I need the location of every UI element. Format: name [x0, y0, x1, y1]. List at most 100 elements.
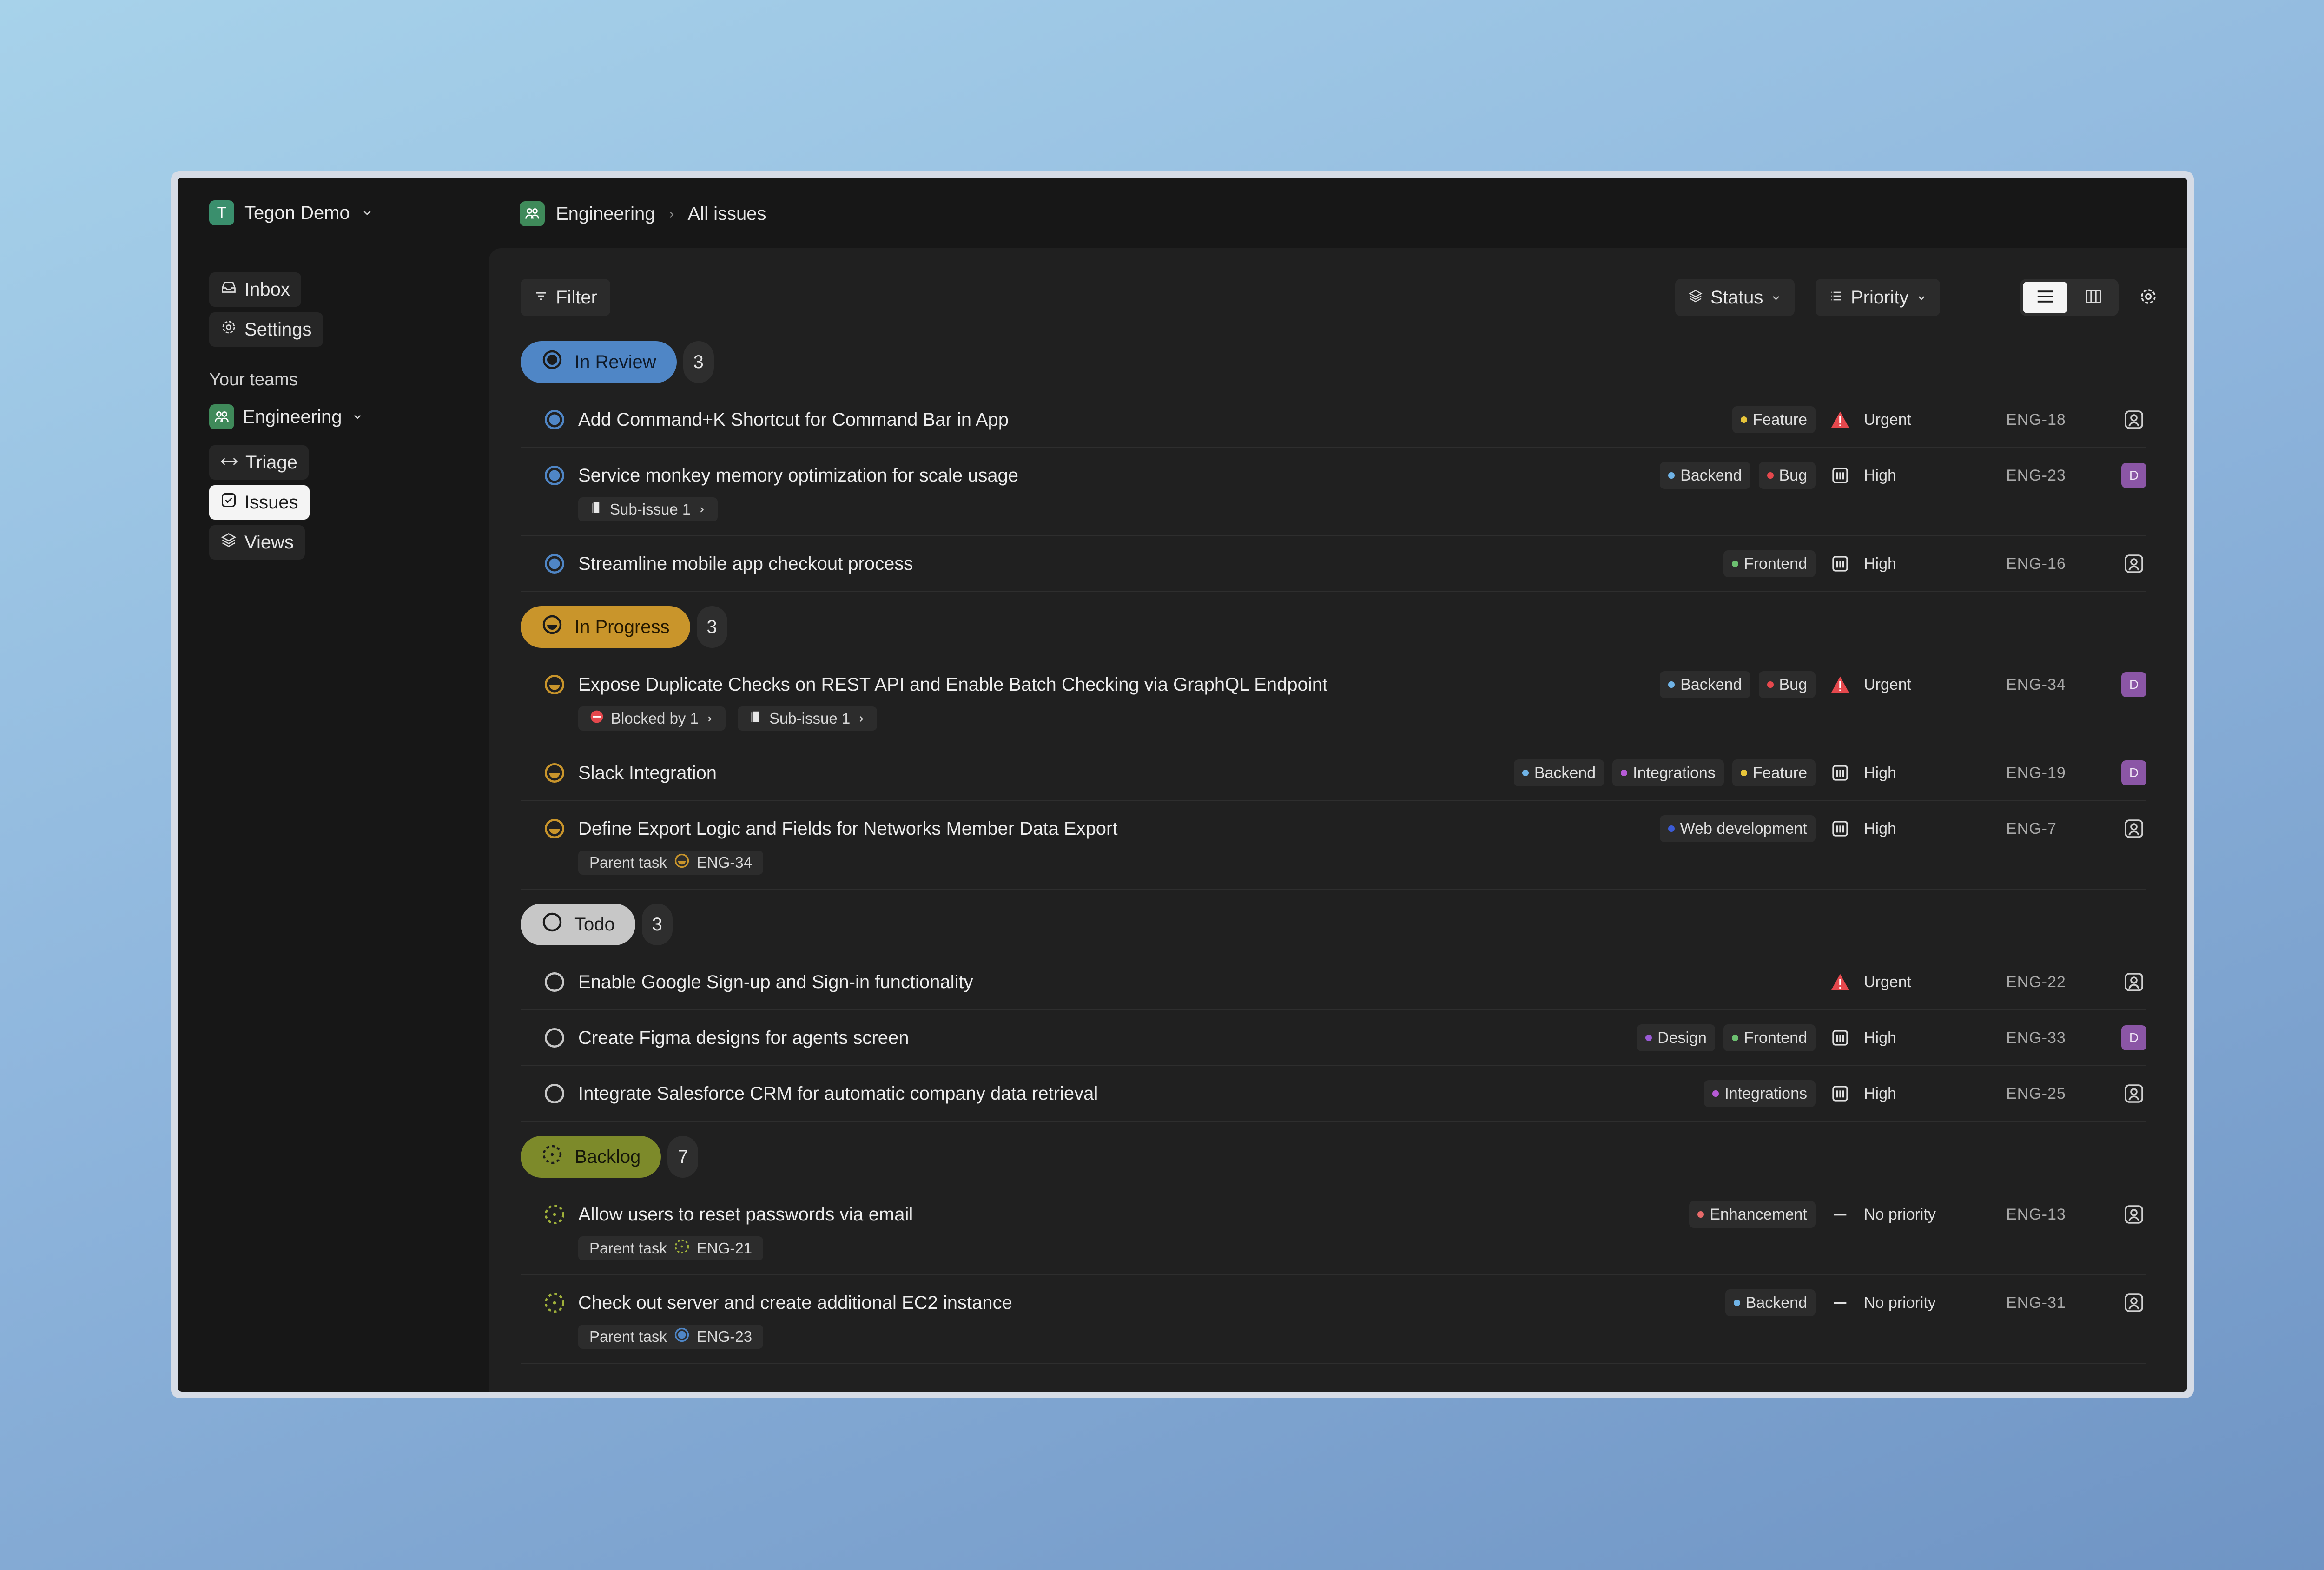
status-grouping-button[interactable]: Status: [1675, 279, 1795, 316]
group-status-pill[interactable]: Backlog: [521, 1136, 661, 1178]
issue-row[interactable]: Create Figma designs for agents screen De…: [521, 1010, 2146, 1066]
issue-priority[interactable]: No priority: [1829, 1292, 1936, 1313]
group-status-pill[interactable]: In Review: [521, 341, 677, 383]
status-icon[interactable]: [543, 464, 566, 487]
issue-title[interactable]: Enable Google Sign-up and Sign-in functi…: [578, 972, 973, 993]
status-icon[interactable]: [543, 1026, 566, 1049]
label-chip[interactable]: Bug: [1758, 462, 1816, 489]
label-chip[interactable]: Integrations: [1612, 759, 1724, 786]
label-chip[interactable]: Frontend: [1723, 1024, 1816, 1051]
label-chip[interactable]: Integrations: [1704, 1080, 1816, 1107]
issue-priority[interactable]: High: [1829, 818, 1896, 839]
label-text: Web development: [1680, 819, 1807, 838]
issue-title[interactable]: Create Figma designs for agents screen: [578, 1028, 909, 1049]
group-status-pill[interactable]: In Progress: [521, 606, 690, 648]
issue-title[interactable]: Check out server and create additional E…: [578, 1293, 1012, 1313]
status-icon[interactable]: [543, 761, 566, 785]
issue-row[interactable]: Streamline mobile app checkout process Fr…: [521, 536, 2146, 592]
issue-row[interactable]: Enable Google Sign-up and Sign-in functi…: [521, 955, 2146, 1010]
assignee-avatar[interactable]: D: [2121, 1025, 2146, 1050]
sidebar-item-triage[interactable]: Triage: [209, 445, 309, 480]
assignee-avatar[interactable]: D: [2121, 463, 2146, 488]
status-icon[interactable]: [543, 673, 566, 696]
label-chip[interactable]: Backend: [1660, 671, 1750, 698]
issue-title[interactable]: Add Command+K Shortcut for Command Bar i…: [578, 409, 1009, 430]
parent-task-chip[interactable]: Parent task ENG-21: [578, 1236, 764, 1260]
parent-task-chip[interactable]: Parent task ENG-23: [578, 1325, 764, 1349]
issue-priority[interactable]: No priority: [1829, 1204, 1936, 1225]
label-chip[interactable]: Backend: [1725, 1289, 1816, 1316]
status-icon[interactable]: [543, 817, 566, 840]
view-settings-button[interactable]: [2130, 279, 2167, 316]
label-text: Feature: [1752, 410, 1807, 429]
status-icon[interactable]: [543, 552, 566, 575]
label-chip[interactable]: Backend: [1513, 759, 1604, 786]
issue-row[interactable]: Allow users to reset passwords via email…: [521, 1187, 2146, 1275]
issue-priority[interactable]: Urgent: [1829, 409, 1911, 430]
sidebar-item-views[interactable]: Views: [209, 525, 305, 560]
issue-title[interactable]: Streamline mobile app checkout process: [578, 554, 913, 574]
issue-priority[interactable]: High: [1829, 1027, 1896, 1049]
issue-row[interactable]: Define Export Logic and Fields for Netwo…: [521, 801, 2146, 890]
sidebar-item-inbox[interactable]: Inbox: [209, 272, 301, 307]
issue-row[interactable]: Slack Integration Backend Integrations Feat…: [521, 745, 2146, 801]
sidebar-item-settings[interactable]: Settings: [209, 312, 323, 347]
assignee-avatar[interactable]: D: [2121, 672, 2146, 697]
issue-title[interactable]: Expose Duplicate Checks on REST API and …: [578, 674, 1327, 695]
unassigned-user-icon[interactable]: [2121, 407, 2146, 432]
issue-title[interactable]: Integrate Salesforce CRM for automatic c…: [578, 1083, 1098, 1104]
group-status-pill[interactable]: Todo: [521, 904, 635, 945]
workspace-switcher[interactable]: T Tegon Demo: [209, 199, 374, 227]
assignee-avatar[interactable]: D: [2121, 760, 2146, 785]
issue-row[interactable]: Service monkey memory optimization for s…: [521, 448, 2146, 536]
chevron-right-icon: [857, 710, 866, 727]
issue-title[interactable]: Service monkey memory optimization for s…: [578, 465, 1018, 486]
board-view-button[interactable]: [2071, 282, 2116, 313]
sub-issue-chip[interactable]: Sub-issue 1: [578, 497, 718, 521]
label-chip[interactable]: Bug: [1758, 671, 1816, 698]
unassigned-user-icon[interactable]: [2121, 551, 2146, 576]
issue-priority[interactable]: High: [1829, 1083, 1896, 1104]
label-chip[interactable]: Design: [1637, 1024, 1715, 1051]
unassigned-user-icon[interactable]: [2121, 1202, 2146, 1227]
status-icon[interactable]: [543, 1291, 566, 1314]
team-engineering[interactable]: Engineering: [209, 403, 364, 430]
label-chip[interactable]: Backend: [1660, 462, 1750, 489]
parent-task-chip[interactable]: Parent task ENG-34: [578, 851, 764, 875]
issue-priority[interactable]: Urgent: [1829, 674, 1911, 695]
issue-title[interactable]: Define Export Logic and Fields for Netwo…: [578, 818, 1118, 839]
status-icon[interactable]: [543, 970, 566, 994]
issue-priority[interactable]: High: [1829, 465, 1896, 486]
issue-row[interactable]: Check out server and create additional E…: [521, 1275, 2146, 1364]
status-icon[interactable]: [543, 408, 566, 431]
priority-ordering-button[interactable]: Priority: [1816, 279, 1941, 316]
unassigned-user-icon[interactable]: [2121, 970, 2146, 995]
issue-priority[interactable]: Urgent: [1829, 971, 1911, 993]
label-chip[interactable]: Web development: [1659, 815, 1816, 842]
unassigned-user-icon[interactable]: [2121, 1290, 2146, 1315]
label-chip[interactable]: Frontend: [1723, 550, 1816, 577]
sidebar-item-issues[interactable]: Issues: [209, 485, 310, 520]
issue-row[interactable]: Add Command+K Shortcut for Command Bar i…: [521, 392, 2146, 448]
filter-button[interactable]: Filter: [521, 279, 610, 316]
issue-row-main: Allow users to reset passwords via email…: [521, 1187, 2146, 1242]
issue-row[interactable]: Expose Duplicate Checks on REST API and …: [521, 657, 2146, 745]
issue-priority[interactable]: High: [1829, 762, 1896, 784]
label-chip[interactable]: Feature: [1732, 759, 1816, 786]
status-icon[interactable]: [543, 1082, 566, 1105]
label-chip[interactable]: Feature: [1732, 406, 1816, 433]
issue-priority[interactable]: High: [1829, 553, 1896, 574]
sub-issue-chip[interactable]: Sub-issue 1: [737, 706, 878, 731]
issue-title[interactable]: Allow users to reset passwords via email: [578, 1204, 913, 1225]
unassigned-user-icon[interactable]: [2121, 1081, 2146, 1106]
list-view-button[interactable]: [2023, 282, 2067, 313]
issue-relations: Parent task ENG-34: [578, 851, 764, 875]
blocked-by-chip[interactable]: Blocked by 1: [578, 706, 726, 731]
label-chip[interactable]: Enhancement: [1689, 1201, 1816, 1228]
issue-title[interactable]: Slack Integration: [578, 763, 717, 784]
unassigned-user-icon[interactable]: [2121, 816, 2146, 841]
issue-key: ENG-22: [2006, 973, 2066, 991]
status-icon[interactable]: [543, 1203, 566, 1226]
issue-row[interactable]: Integrate Salesforce CRM for automatic c…: [521, 1066, 2146, 1122]
breadcrumb-team[interactable]: Engineering: [556, 204, 655, 224]
